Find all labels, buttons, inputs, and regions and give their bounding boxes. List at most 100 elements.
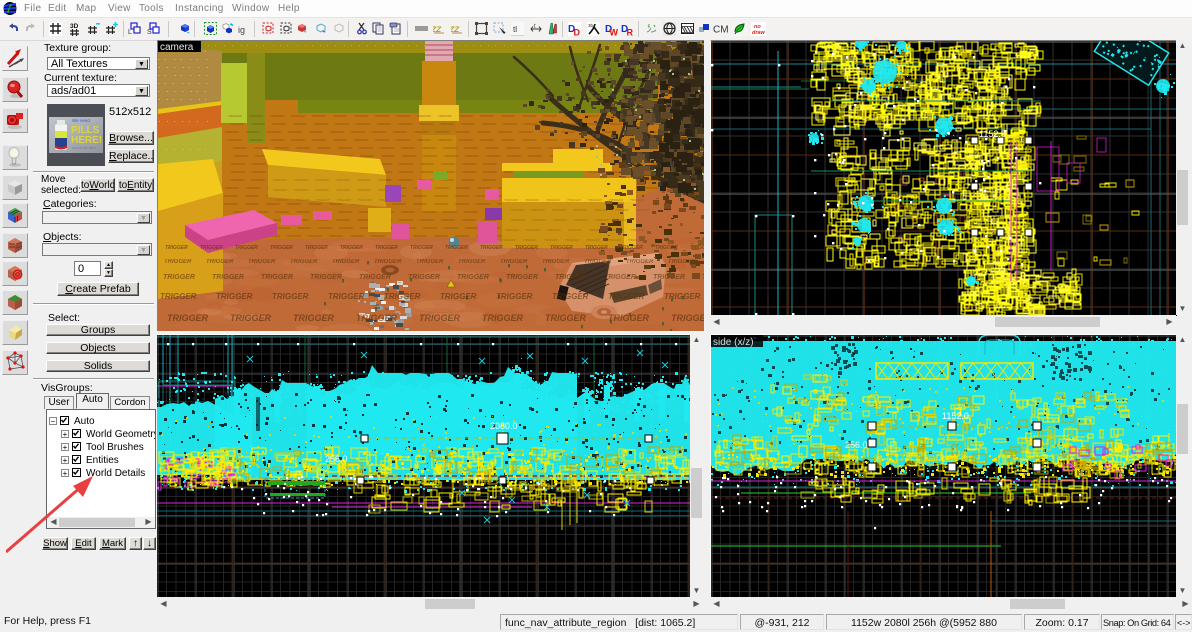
- svg-text:TRIGGER: TRIGGER: [200, 245, 223, 251]
- svg-text:TRIGGER: TRIGGER: [545, 313, 587, 323]
- svg-text:TRIGGER: TRIGGER: [287, 202, 302, 206]
- svg-text:TRIGGER: TRIGGER: [335, 122, 350, 126]
- svg-text:TRIGGER: TRIGGER: [464, 210, 479, 214]
- svg-text:TRIGGER: TRIGGER: [422, 146, 437, 150]
- svg-text:TRIGGER: TRIGGER: [500, 259, 528, 265]
- svg-text:256.0: 256.0: [325, 454, 348, 464]
- svg-text:TRIGGER: TRIGGER: [273, 178, 288, 182]
- svg-text:TRIGGER: TRIGGER: [333, 114, 348, 118]
- svg-text:TRIGGER: TRIGGER: [354, 114, 369, 118]
- svg-text:TRIGGER: TRIGGER: [414, 130, 429, 134]
- svg-text:TRIGGER: TRIGGER: [396, 114, 411, 118]
- svg-text:TRIGGER: TRIGGER: [464, 146, 479, 150]
- svg-text:TRIGGER: TRIGGER: [528, 154, 543, 158]
- svg-text:TRIGGER: TRIGGER: [459, 138, 474, 142]
- svg-text:TRIGGER: TRIGGER: [356, 313, 398, 323]
- svg-text:TRIGGER: TRIGGER: [330, 130, 345, 134]
- svg-text:TRIGGER: TRIGGER: [604, 274, 636, 281]
- svg-text:TRIGGER: TRIGGER: [272, 122, 287, 126]
- svg-text:TRIGGER: TRIGGER: [270, 245, 293, 251]
- svg-text:TRIGGER: TRIGGER: [338, 146, 353, 150]
- svg-text:TRIGGER: TRIGGER: [308, 202, 323, 206]
- svg-text:TRIGGER: TRIGGER: [584, 259, 612, 265]
- svg-text:TRIGGER: TRIGGER: [498, 130, 513, 134]
- svg-text:and all the other: and all the other: [72, 146, 97, 150]
- svg-text:TRIGGER: TRIGGER: [435, 130, 450, 134]
- svg-text:camera: camera: [160, 42, 194, 53]
- svg-text:TRIGGER: TRIGGER: [305, 245, 328, 251]
- svg-text:TRIGGER: TRIGGER: [360, 154, 375, 158]
- svg-text:TRIGGER: TRIGGER: [496, 292, 533, 301]
- svg-text:TRIGGER: TRIGGER: [249, 138, 264, 142]
- svg-text:TRIGGER: TRIGGER: [444, 226, 459, 230]
- svg-text:TRIGGER: TRIGGER: [434, 194, 449, 198]
- svg-text:TRIGGER: TRIGGER: [375, 245, 398, 251]
- svg-text:TRIGGER: TRIGGER: [420, 162, 435, 166]
- svg-text:TRIGGER: TRIGGER: [225, 130, 240, 134]
- svg-text:TRIGGER: TRIGGER: [526, 228, 541, 232]
- svg-text:TRIGGER: TRIGGER: [504, 198, 519, 202]
- svg-text:TRIGGER: TRIGGER: [251, 122, 266, 126]
- svg-text:We need: We need: [72, 118, 90, 123]
- svg-text:TRIGGER: TRIGGER: [225, 186, 240, 190]
- svg-text:TRIGGER: TRIGGER: [399, 170, 414, 174]
- svg-text:TRIGGER: TRIGGER: [435, 186, 450, 190]
- svg-text:TRIGGER: TRIGGER: [482, 178, 497, 182]
- svg-text:TRIGGER: TRIGGER: [316, 198, 331, 202]
- svg-text:HERE!: HERE!: [71, 135, 102, 146]
- svg-text:TRIGGER: TRIGGER: [565, 238, 580, 242]
- svg-text:TRIGGER: TRIGGER: [443, 146, 458, 150]
- svg-text:TRIGGER: TRIGGER: [234, 154, 249, 158]
- svg-text:TRIGGER: TRIGGER: [251, 178, 266, 182]
- svg-text:TRIGGER: TRIGGER: [231, 162, 246, 166]
- svg-text:TRIGGER: TRIGGER: [228, 138, 243, 142]
- svg-text:TRIGGER: TRIGGER: [309, 130, 324, 134]
- svg-text:TRIGGER: TRIGGER: [461, 178, 476, 182]
- svg-text:TRIGGER: TRIGGER: [462, 162, 477, 166]
- svg-text:TRIGGER: TRIGGER: [212, 274, 244, 281]
- svg-text:TRIGGER: TRIGGER: [552, 208, 567, 212]
- svg-text:TRIGGER: TRIGGER: [224, 194, 239, 198]
- svg-text:TRIGGER: TRIGGER: [573, 208, 588, 212]
- svg-text:TRIGGER: TRIGGER: [457, 274, 489, 281]
- svg-text:TRIGGER: TRIGGER: [507, 154, 522, 158]
- svg-text:TRIGGER: TRIGGER: [399, 162, 414, 166]
- svg-text:TRIGGER: TRIGGER: [252, 162, 267, 166]
- svg-text:TRIGGER: TRIGGER: [626, 259, 654, 265]
- svg-text:TRIGGER: TRIGGER: [419, 313, 461, 323]
- svg-text:TRIGGER: TRIGGER: [314, 122, 329, 126]
- svg-text:TRIGGER: TRIGGER: [401, 146, 416, 150]
- svg-text:TRIGGER: TRIGGER: [336, 188, 351, 192]
- svg-text:TRIGGER: TRIGGER: [231, 170, 246, 174]
- svg-text:TRIGGER: TRIGGER: [329, 234, 344, 238]
- svg-text:TRIGGER: TRIGGER: [443, 210, 458, 214]
- svg-text:TRIGGER: TRIGGER: [502, 238, 517, 242]
- svg-text:TRIGGER: TRIGGER: [631, 228, 646, 232]
- svg-text:TRIGGER: TRIGGER: [252, 170, 267, 174]
- svg-text:TRIGGER: TRIGGER: [296, 210, 311, 214]
- svg-text:TRIGGER: TRIGGER: [465, 226, 480, 230]
- svg-text:TRIGGER: TRIGGER: [506, 146, 521, 150]
- svg-text:TRIGGER: TRIGGER: [245, 194, 260, 198]
- svg-text:2080.0: 2080.0: [490, 421, 518, 431]
- svg-text:TRIGGER: TRIGGER: [396, 138, 411, 142]
- svg-text:TRIGGER: TRIGGER: [336, 218, 351, 222]
- svg-text:TRIGGER: TRIGGER: [552, 292, 589, 301]
- svg-text:W: W: [610, 28, 619, 37]
- svg-text:TRIGGER: TRIGGER: [164, 259, 192, 265]
- svg-text:TRIGGER: TRIGGER: [206, 259, 234, 265]
- svg-text:TRIGGER: TRIGGER: [477, 130, 492, 134]
- svg-text:TRIGGER: TRIGGER: [438, 114, 453, 118]
- svg-text:TRIGGER: TRIGGER: [378, 178, 393, 182]
- svg-text:TRIGGER: TRIGGER: [419, 122, 434, 126]
- svg-text:TRIGGER: TRIGGER: [444, 154, 459, 158]
- svg-text:TRIGGER: TRIGGER: [160, 292, 197, 301]
- svg-text:TRIGGER: TRIGGER: [297, 226, 312, 230]
- svg-text:TRIGGER: TRIGGER: [288, 130, 303, 134]
- svg-text:CM: CM: [713, 25, 729, 36]
- svg-text:TRIGGER: TRIGGER: [294, 188, 309, 192]
- svg-text:TRIGGER: TRIGGER: [608, 292, 645, 301]
- svg-text:TRIGGER: TRIGGER: [165, 245, 188, 251]
- svg-text:TRIGGER: TRIGGER: [438, 138, 453, 142]
- svg-text:TRIGGER: TRIGGER: [542, 259, 570, 265]
